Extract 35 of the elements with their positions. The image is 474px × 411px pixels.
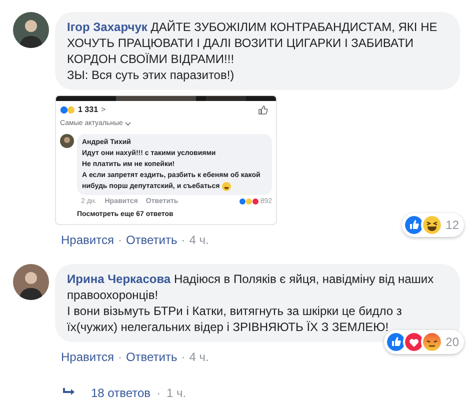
timestamp: 4 ч. xyxy=(189,348,209,366)
reaction-icons xyxy=(60,106,76,114)
separator-dot: · xyxy=(156,384,161,402)
separator-dot: · xyxy=(181,232,186,248)
reply-link[interactable]: Ответить xyxy=(126,348,178,366)
separator-dot: · xyxy=(181,348,186,366)
timestamp: 1 ч. xyxy=(166,384,186,402)
chevron-down-icon xyxy=(124,122,131,126)
comment-text: Ігор Захарчук ДАЙТЕ ЗУБОЖІЛИМ КОНТРАБАНДИСТАМ, ЯКІ НЕ ХОЧУТЬ ПРАЦЮВАТИ І ДАЛІ ВОЗИТИ ЦИГАРКИ І ЗАБИВАТИ КОРДОН СВОЇМИ ВІДРАМИ!!! xyxy=(67,19,438,67)
thumbs-up-icon[interactable] xyxy=(258,105,268,115)
replies-link[interactable]: 18 ответов xyxy=(91,384,151,402)
attached-screenshot[interactable] xyxy=(55,95,277,224)
grinning-face-icon xyxy=(222,182,231,190)
angry-face-icon xyxy=(420,330,443,352)
author-link[interactable]: Ігор Захарчук xyxy=(67,20,148,34)
reply-link[interactable]: Ответить xyxy=(126,230,178,248)
avatar[interactable] xyxy=(13,12,49,48)
heart-icon xyxy=(402,330,425,352)
reaction-icons xyxy=(239,198,260,206)
author-link[interactable]: Ирина Черкасова xyxy=(67,272,171,286)
laughing-face-icon xyxy=(420,214,443,236)
like-link[interactable]: Нравится xyxy=(61,348,114,366)
timestamp: 4 ч. xyxy=(189,232,209,248)
comment-text: Ирина Черкасова Надіюся в Поляків є яйця, навідміну від наших правоохоронців! xyxy=(67,270,435,302)
thumbs-up-icon xyxy=(402,214,425,236)
separator-dot: · xyxy=(118,232,122,248)
comment-text: ЗЫ: Вся суть этих паразитов!) xyxy=(67,67,236,83)
avatar[interactable] xyxy=(13,264,49,300)
chevron-icon: > xyxy=(101,104,106,116)
reaction-count: 1 331 xyxy=(78,104,98,116)
avatar[interactable] xyxy=(60,134,74,148)
thumbs-up-icon xyxy=(384,330,407,352)
separator-dot: · xyxy=(118,348,122,366)
like-link[interactable]: Нравится xyxy=(61,230,114,248)
reply-arrow-icon xyxy=(63,388,75,397)
